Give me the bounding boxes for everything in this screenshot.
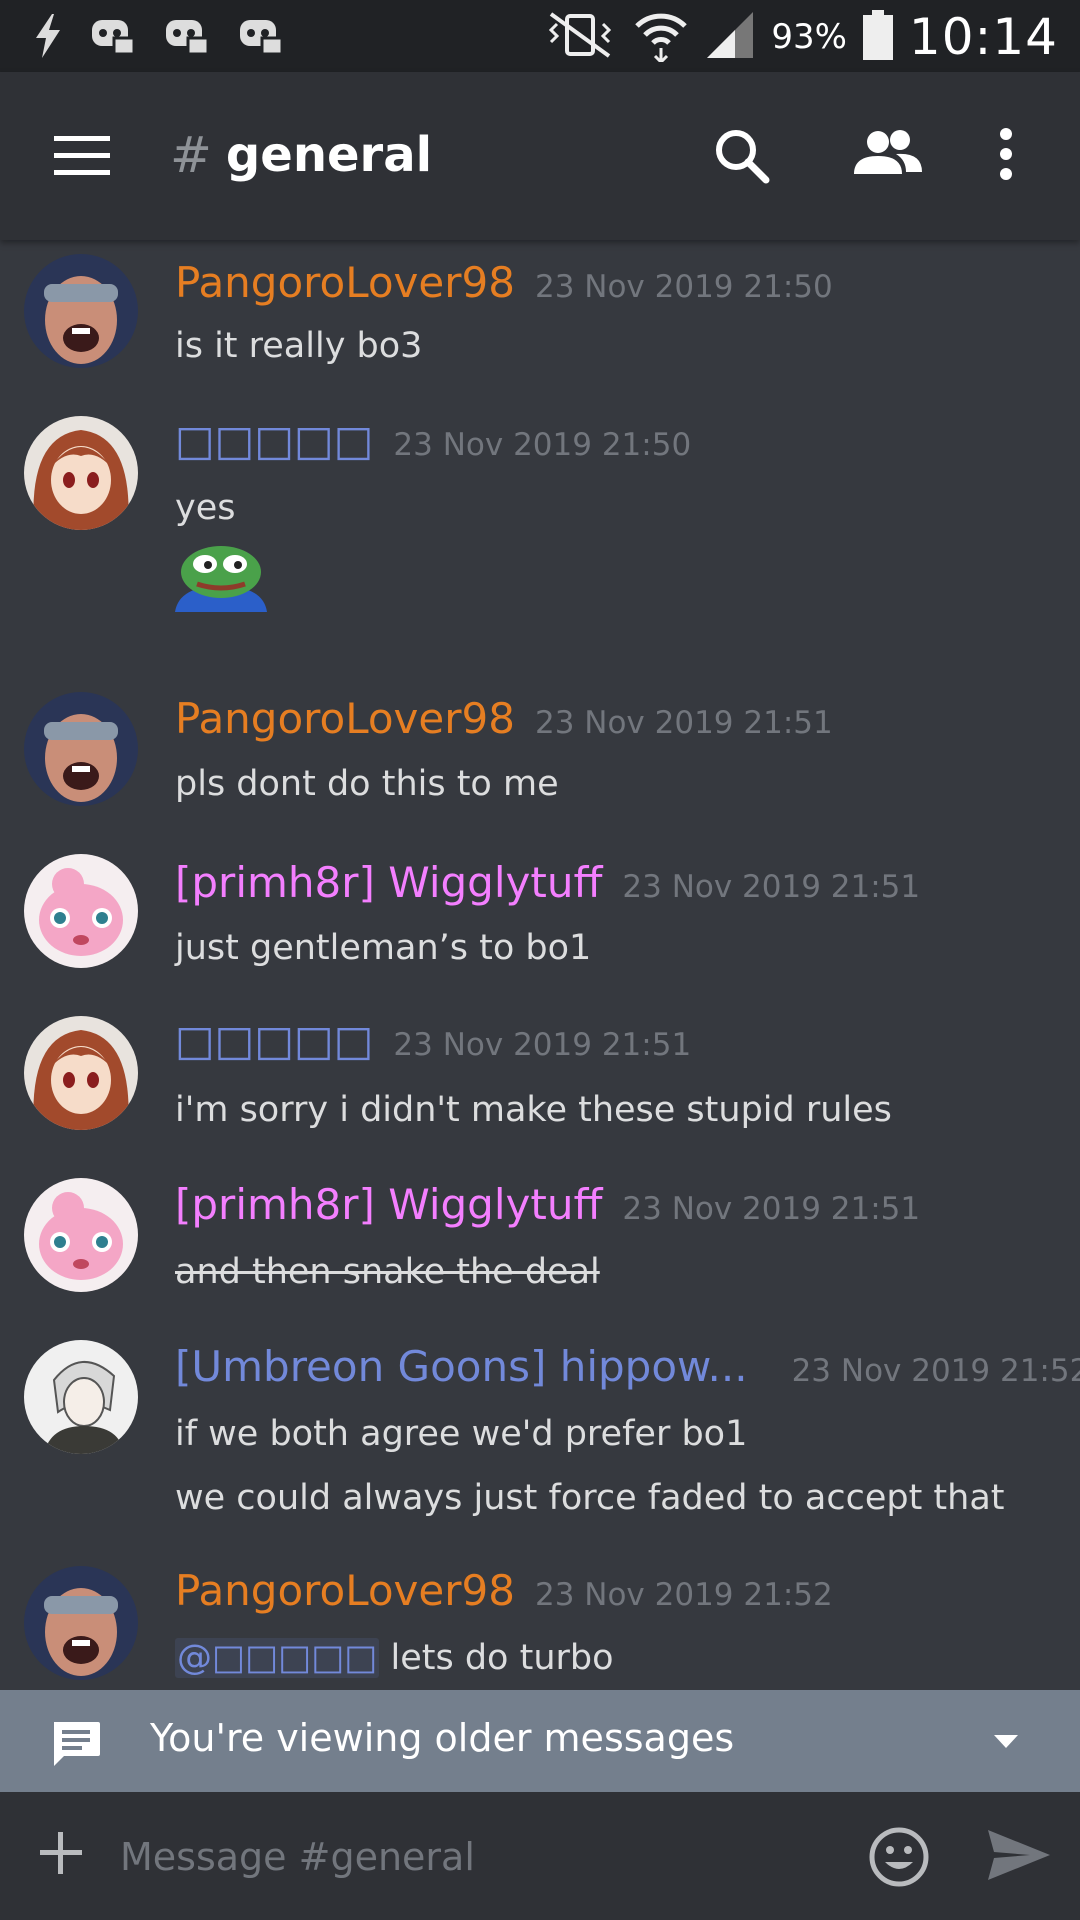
message-text: is it really bo3 (175, 326, 423, 366)
message-header: [Umbreon Goons] hippow... 23 Nov 2019 21… (175, 1342, 1080, 1391)
message-composer (0, 1792, 1080, 1920)
author-name[interactable]: [Umbreon Goons] hippow... (175, 1342, 748, 1391)
timestamp: 23 Nov 2019 21:50 (393, 427, 692, 463)
wifi-icon (633, 8, 689, 66)
avatar[interactable] (24, 1178, 138, 1292)
status-bar: 93% 10:14 (0, 0, 1080, 72)
discord-notification-icon (164, 16, 210, 60)
flash-icon (34, 14, 62, 62)
timestamp: 23 Nov 2019 21:51 (622, 1191, 921, 1227)
timestamp: 23 Nov 2019 21:52 (534, 1577, 833, 1613)
search-icon[interactable] (712, 126, 772, 190)
message-header: [primh8r] Wigglytuff 23 Nov 2019 21:51 (175, 858, 920, 907)
message-text: pls dont do this to me (175, 764, 559, 804)
avatar[interactable] (24, 1016, 138, 1130)
message-text: @□□□□□ lets do turbo (175, 1638, 614, 1678)
message-text: if we both agree we'd prefer bo1 (175, 1414, 748, 1454)
author-name[interactable]: PangoroLover98 (175, 694, 515, 743)
message-header: □□□□□ 23 Nov 2019 21:51 (175, 1016, 691, 1065)
avatar[interactable] (24, 692, 138, 806)
timestamp: 23 Nov 2019 21:51 (393, 1027, 692, 1063)
timestamp: 23 Nov 2019 21:50 (534, 269, 833, 305)
timestamp: 23 Nov 2019 21:51 (534, 705, 833, 741)
message-header: PangoroLover98 23 Nov 2019 21:52 (175, 1566, 833, 1615)
battery-icon (862, 10, 893, 64)
author-name[interactable]: □□□□□ (175, 416, 373, 465)
discord-notification-icon (90, 16, 136, 60)
message-list[interactable]: PangoroLover98 23 Nov 2019 21:50 is it r… (0, 240, 1080, 1690)
message-header: [primh8r] Wigglytuff 23 Nov 2019 21:51 (175, 1180, 920, 1229)
discord-notification-icon (238, 16, 284, 60)
author-name[interactable]: [primh8r] Wigglytuff (175, 858, 602, 907)
more-icon[interactable] (998, 126, 1014, 186)
message-text-fragment: lets do turbo (390, 1638, 614, 1678)
author-name[interactable]: [primh8r] Wigglytuff (175, 1180, 602, 1229)
message-text: just gentleman’s to bo1 (175, 928, 592, 968)
avatar[interactable] (24, 254, 138, 368)
plus-icon[interactable] (38, 1830, 84, 1880)
message-text: we could always just force faded to acce… (175, 1478, 1005, 1518)
timestamp: 23 Nov 2019 21:52 (791, 1353, 1080, 1389)
channel-name: general (225, 127, 433, 183)
message-header: □□□□□ 23 Nov 2019 21:50 (175, 416, 691, 465)
avatar[interactable] (24, 1566, 138, 1680)
avatar[interactable] (24, 1340, 138, 1454)
author-name[interactable]: PangoroLover98 (175, 1566, 515, 1615)
message-input[interactable] (118, 1820, 822, 1894)
message-header: PangoroLover98 23 Nov 2019 21:50 (175, 258, 833, 307)
older-messages-bar[interactable]: You're viewing older messages (0, 1690, 1080, 1792)
timestamp: 23 Nov 2019 21:51 (622, 869, 921, 905)
pepe-emoji (175, 542, 267, 612)
jump-to-present-chevron-icon[interactable] (993, 1734, 1019, 1754)
send-icon[interactable] (986, 1828, 1052, 1886)
avatar[interactable] (24, 416, 138, 530)
channel-header: # general (0, 72, 1080, 240)
author-name[interactable]: PangoroLover98 (175, 258, 515, 307)
message-header: PangoroLover98 23 Nov 2019 21:51 (175, 694, 833, 743)
avatar[interactable] (24, 854, 138, 968)
vibrate-icon (543, 10, 617, 64)
channel-title: # general (170, 126, 432, 184)
clock: 10:14 (908, 8, 1058, 66)
signal-icon (705, 10, 755, 64)
menu-icon[interactable] (52, 134, 112, 178)
battery-percent: 93% (771, 17, 847, 57)
emoji-icon[interactable] (868, 1826, 930, 1892)
channel-hash: # (170, 126, 212, 184)
user-mention[interactable]: @□□□□□ (175, 1638, 380, 1678)
author-name[interactable]: □□□□□ (175, 1016, 373, 1065)
message-text: i'm sorry i didn't make these stupid rul… (175, 1090, 892, 1130)
members-icon[interactable] (852, 126, 924, 186)
message-text: yes (175, 488, 236, 528)
message-text: and then snake the deal (175, 1252, 600, 1292)
message-icon (50, 1720, 102, 1772)
older-messages-text: You're viewing older messages (150, 1716, 735, 1760)
